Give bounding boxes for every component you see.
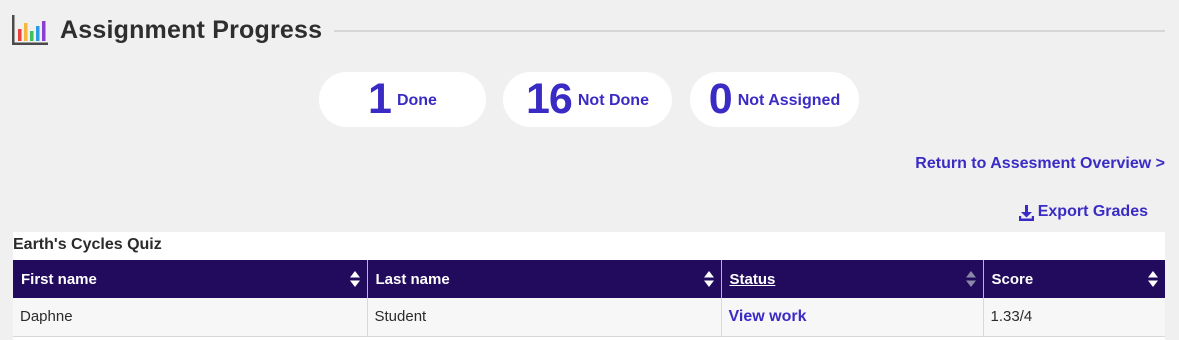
sort-icon[interactable] — [349, 271, 360, 287]
view-work-link[interactable]: View work — [729, 308, 807, 325]
not-done-count: 16 — [526, 75, 573, 123]
export-grades-button[interactable]: Export Grades — [1018, 203, 1148, 221]
column-header-status[interactable]: Status — [721, 260, 984, 298]
sort-icon[interactable] — [703, 271, 714, 287]
sort-icon[interactable] — [965, 271, 976, 287]
grades-table-card: Earth's Cycles Quiz First name Last name — [13, 232, 1165, 340]
title-divider — [334, 30, 1165, 32]
done-count: 1 — [368, 75, 392, 123]
column-header-label: Score — [991, 270, 1034, 288]
last-name-cell: Student — [367, 298, 722, 337]
column-header-first-name[interactable]: First name — [13, 260, 368, 298]
not-assigned-label: Not Assigned — [737, 91, 841, 109]
return-to-overview-link[interactable]: Return to Assesment Overview > — [915, 155, 1165, 173]
first-name-cell: Daphne — [13, 298, 368, 337]
column-header-label: First name — [21, 270, 97, 288]
column-header-label: Last name — [375, 270, 450, 288]
score-cell: 1.33/4 — [983, 298, 1165, 337]
not-assigned-count-badge[interactable]: 0 Not Assigned — [690, 72, 859, 127]
table-header-row: First name Last name Status Score — [13, 260, 1165, 298]
page-header: Assignment Progress — [12, 12, 1165, 48]
column-header-last-name[interactable]: Last name — [367, 260, 722, 298]
bar-chart-icon — [12, 15, 48, 45]
sort-icon[interactable] — [1148, 271, 1158, 287]
page-title: Assignment Progress — [60, 15, 323, 44]
not-assigned-count: 0 — [708, 75, 733, 123]
quiz-title: Earth's Cycles Quiz — [13, 236, 162, 253]
not-done-label: Not Done — [577, 91, 649, 109]
grades-table: First name Last name Status Score Daphne… — [13, 260, 1165, 337]
export-grades-label: Export Grades — [1037, 203, 1148, 220]
done-label: Done — [396, 91, 437, 109]
download-icon — [1018, 204, 1034, 221]
status-cell: View work — [721, 298, 984, 337]
table-row: Daphne Student View work 1.33/4 — [13, 298, 1165, 337]
done-count-badge[interactable]: 1 Done — [319, 72, 486, 127]
column-header-label: Status — [729, 270, 776, 288]
column-header-score[interactable]: Score — [983, 260, 1165, 298]
not-done-count-badge[interactable]: 16 Not Done — [503, 72, 672, 127]
